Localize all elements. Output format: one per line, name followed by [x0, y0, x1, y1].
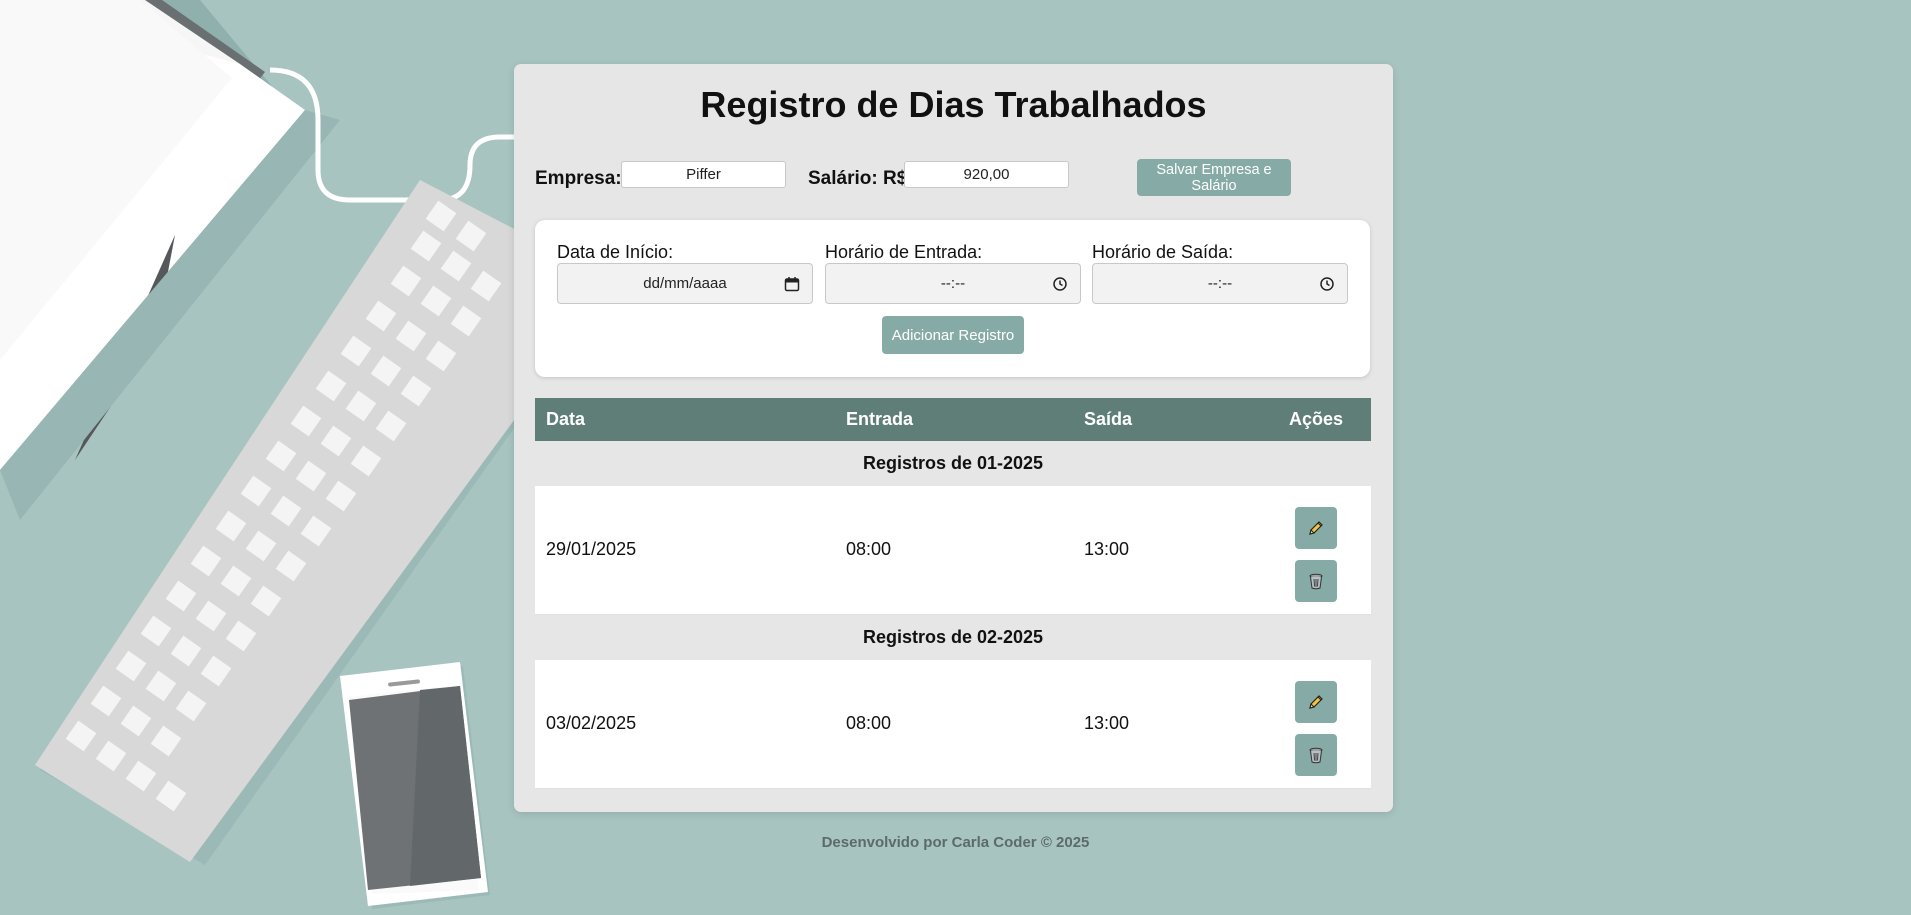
- exit-time-label: Horário de Saída:: [1092, 242, 1234, 262]
- main-card: Registro de Dias Trabalhados Empresa: Pi…: [514, 64, 1393, 812]
- row-entry: 08:00: [846, 539, 892, 559]
- records-table: Data Entrada Saída Ações Registros de 01…: [535, 398, 1371, 789]
- row-date: 29/01/2025: [546, 539, 637, 559]
- table-header: Data Entrada Saída Ações: [535, 398, 1371, 441]
- exit-time-input[interactable]: --:--: [1092, 263, 1348, 304]
- delete-button[interactable]: [1295, 734, 1337, 776]
- column-header-date: Data: [546, 409, 586, 429]
- save-company-salary-button[interactable]: Salvar Empresa e Salário: [1137, 159, 1291, 196]
- pencil-icon: [1309, 521, 1323, 535]
- table-row: 03/02/2025 08:00 13:00: [535, 660, 1371, 789]
- company-input[interactable]: Piffer: [621, 161, 786, 188]
- column-header-entry: Entrada: [846, 409, 914, 429]
- row-entry: 08:00: [846, 713, 892, 733]
- row-exit: 13:00: [1084, 713, 1130, 733]
- entry-time-placeholder: --:--: [940, 275, 966, 292]
- add-record-button[interactable]: Adicionar Registro: [882, 316, 1024, 354]
- company-label: Empresa:: [535, 168, 622, 189]
- salary-label: Salário: R$: [808, 168, 908, 189]
- edit-button[interactable]: [1295, 507, 1337, 549]
- edit-button[interactable]: [1295, 681, 1337, 723]
- start-date-placeholder: dd/mm/aaaa: [643, 275, 727, 292]
- month-group-header: Registros de 02-2025: [535, 615, 1371, 660]
- new-record-form: Data de Início: dd/mm/aaaa Horário de En…: [535, 220, 1370, 377]
- phone-illustration: [340, 662, 490, 909]
- pencil-icon: [1309, 695, 1323, 709]
- column-header-actions: Ações: [1289, 409, 1344, 429]
- column-header-exit: Saída: [1084, 409, 1133, 429]
- salary-input[interactable]: 920,00: [904, 161, 1069, 188]
- delete-button[interactable]: [1295, 560, 1337, 602]
- exit-time-placeholder: --:--: [1207, 275, 1233, 292]
- row-exit: 13:00: [1084, 539, 1130, 559]
- clock-icon[interactable]: [1319, 276, 1335, 292]
- start-date-label: Data de Início:: [557, 242, 674, 262]
- footer-credit: Desenvolvido por Carla Coder © 2025: [821, 834, 1090, 851]
- trash-icon: [1309, 573, 1323, 590]
- start-date-input[interactable]: dd/mm/aaaa: [557, 263, 813, 304]
- entry-time-label: Horário de Entrada:: [825, 242, 983, 262]
- row-date: 03/02/2025: [546, 713, 637, 733]
- trash-icon: [1309, 747, 1323, 764]
- company-salary-bar: Empresa: Piffer Salário: R$ 920,00 Salva…: [535, 158, 1372, 198]
- entry-time-input[interactable]: --:--: [825, 263, 1081, 304]
- calendar-icon[interactable]: [784, 276, 800, 292]
- month-group-header: Registros de 01-2025: [535, 441, 1371, 486]
- clock-icon[interactable]: [1052, 276, 1068, 292]
- table-row: 29/01/2025 08:00 13:00: [535, 486, 1371, 615]
- page-title: Registro de Dias Trabalhados: [700, 84, 1207, 125]
